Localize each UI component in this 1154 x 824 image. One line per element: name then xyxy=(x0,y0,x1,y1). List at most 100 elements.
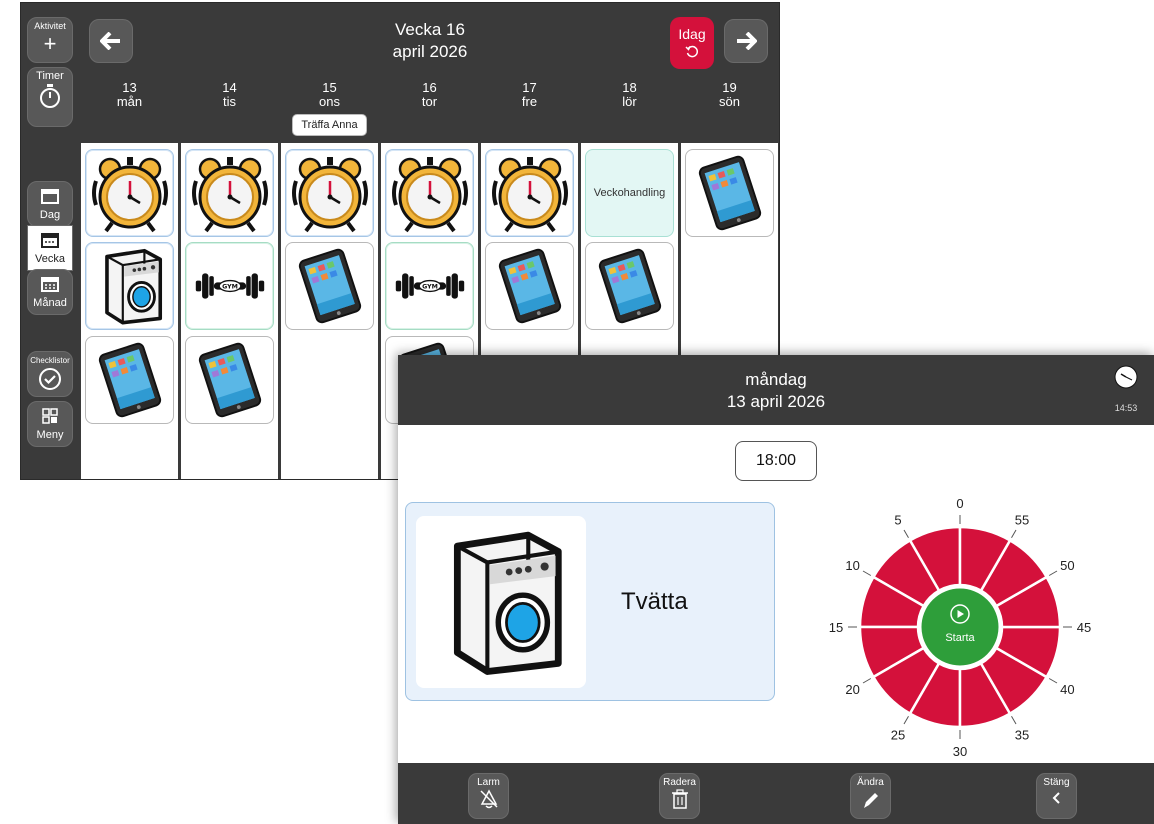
activity-card[interactable]: Tvätta xyxy=(405,502,775,701)
day-header: 14 tis xyxy=(181,79,278,143)
check-circle-icon xyxy=(39,368,61,390)
nav-month-button[interactable]: Månad xyxy=(27,269,73,315)
activity-tile-alarm[interactable] xyxy=(285,149,374,237)
timer-tick xyxy=(903,529,909,539)
today-label: Idag xyxy=(678,26,706,42)
activity-tile-alarm[interactable] xyxy=(485,149,574,237)
close-button[interactable]: Stäng xyxy=(1036,773,1077,819)
activity-tile-tablet[interactable] xyxy=(85,336,174,424)
day-number: 19 xyxy=(722,80,737,95)
nav-day-label: Dag xyxy=(39,209,61,221)
alarm-clock-icon xyxy=(190,153,270,233)
timer-tick-label: 55 xyxy=(1015,513,1029,528)
today-button[interactable]: Idag xyxy=(670,17,714,69)
activity-image xyxy=(416,516,586,688)
activity-tile-gym[interactable] xyxy=(185,242,274,330)
calendar-month-icon xyxy=(41,277,59,292)
dumbbell-gym-icon xyxy=(194,268,266,304)
day-header: 15 ons Träffa Anna xyxy=(281,79,378,143)
chevron-left-icon xyxy=(1052,792,1060,804)
tablet-icon xyxy=(692,155,768,231)
current-time: 14:53 xyxy=(1110,365,1142,419)
activity-title: Tvätta xyxy=(621,588,688,615)
day-header: 19 sön xyxy=(681,79,778,143)
activity-tile-alarm[interactable] xyxy=(85,149,174,237)
day-number: 15 xyxy=(322,80,337,95)
day-number: 14 xyxy=(222,80,237,95)
day-column-tue[interactable]: 14 tis xyxy=(181,79,278,479)
washing-machine-icon xyxy=(94,246,166,326)
pencil-icon xyxy=(863,793,878,808)
trash-icon xyxy=(671,789,688,809)
day-name: sön xyxy=(719,94,740,109)
timer-tick xyxy=(1011,715,1017,725)
start-timer-button[interactable]: Starta xyxy=(918,585,1002,669)
timer-tick-label: 25 xyxy=(891,727,905,742)
menu-button[interactable]: Meny xyxy=(27,401,73,447)
day-number: 18 xyxy=(622,80,637,95)
day-number: 17 xyxy=(522,80,537,95)
day-header: 13 mån xyxy=(81,79,178,143)
activity-tile-gym[interactable] xyxy=(385,242,474,330)
timer-tick-label: 50 xyxy=(1060,558,1074,573)
activity-tile-tablet[interactable] xyxy=(685,149,774,237)
dialog-date: 13 april 2026 xyxy=(726,392,826,411)
edit-button[interactable]: Ändra xyxy=(850,773,891,819)
sidebar: Aktivitet + Timer Dag Vecka Månad Checkl… xyxy=(21,3,79,479)
dialog-weekday: måndag xyxy=(745,370,807,389)
day-name: tor xyxy=(421,94,438,109)
arrow-right-icon xyxy=(737,32,757,50)
alarm-clock-icon xyxy=(390,153,470,233)
tablet-icon xyxy=(292,248,368,324)
add-activity-button[interactable]: Aktivitet + xyxy=(27,17,73,63)
activity-tile-tablet[interactable] xyxy=(285,242,374,330)
calendar-week-icon xyxy=(41,233,59,248)
day-name: mån xyxy=(116,94,143,109)
menu-label: Meny xyxy=(36,429,64,441)
activity-tile-laundry[interactable] xyxy=(85,242,174,330)
timer-button[interactable]: Timer xyxy=(27,67,73,127)
activity-time[interactable]: 18:00 xyxy=(735,441,817,481)
day-column-mon[interactable]: 13 mån xyxy=(81,79,178,479)
timer-label: Timer xyxy=(36,70,64,82)
tablet-icon xyxy=(92,342,168,418)
alarm-clock-icon xyxy=(290,153,370,233)
start-timer-label: Starta xyxy=(945,632,975,644)
next-week-button[interactable] xyxy=(724,19,768,63)
countdown-timer-dial: 0 5 10 15 20 25 30 35 40 45 50 55 Starta xyxy=(829,496,1091,759)
activity-text: Veckohandling xyxy=(593,187,666,199)
day-name: ons xyxy=(319,94,340,109)
dumbbell-gym-icon xyxy=(394,268,466,304)
alarm-label: Larm xyxy=(477,777,500,788)
activity-tile-alarm[interactable] xyxy=(385,149,474,237)
delete-button[interactable]: Radera xyxy=(659,773,700,819)
timer-tick xyxy=(1011,529,1017,539)
checklists-button[interactable]: Checklistor xyxy=(27,351,73,397)
alarm-clock-icon xyxy=(490,153,570,233)
day-column-wed[interactable]: 15 ons Träffa Anna xyxy=(281,79,378,479)
nav-day-button[interactable]: Dag xyxy=(27,181,73,227)
alarm-button[interactable]: Larm xyxy=(468,773,509,819)
activity-tile-tablet[interactable] xyxy=(585,242,674,330)
delete-label: Radera xyxy=(663,777,696,788)
timer-tick-label: 20 xyxy=(845,682,859,697)
activity-tile-tablet[interactable] xyxy=(485,242,574,330)
grid-menu-icon xyxy=(42,408,58,424)
activity-tile-alarm[interactable] xyxy=(185,149,274,237)
close-label: Stäng xyxy=(1043,777,1070,788)
timer-tick xyxy=(1048,678,1058,684)
timer-tick xyxy=(862,678,872,684)
timer-tick-label: 45 xyxy=(1077,620,1091,635)
day-number: 13 xyxy=(122,80,137,95)
analog-clock-icon xyxy=(1114,365,1138,389)
event-pill[interactable]: Träffa Anna xyxy=(292,114,367,136)
dialog-header: måndag 13 april 2026 14:53 xyxy=(398,355,1154,425)
day-name: tis xyxy=(223,94,236,109)
activity-tile-text[interactable]: Veckohandling xyxy=(585,149,674,237)
day-header: 16 tor xyxy=(381,79,478,143)
activity-tile-tablet[interactable] xyxy=(185,336,274,424)
alarm-off-icon xyxy=(479,789,498,809)
nav-week-button[interactable]: Vecka xyxy=(27,225,73,271)
day-name: lör xyxy=(622,94,637,109)
timer-tick-label: 10 xyxy=(845,558,859,573)
